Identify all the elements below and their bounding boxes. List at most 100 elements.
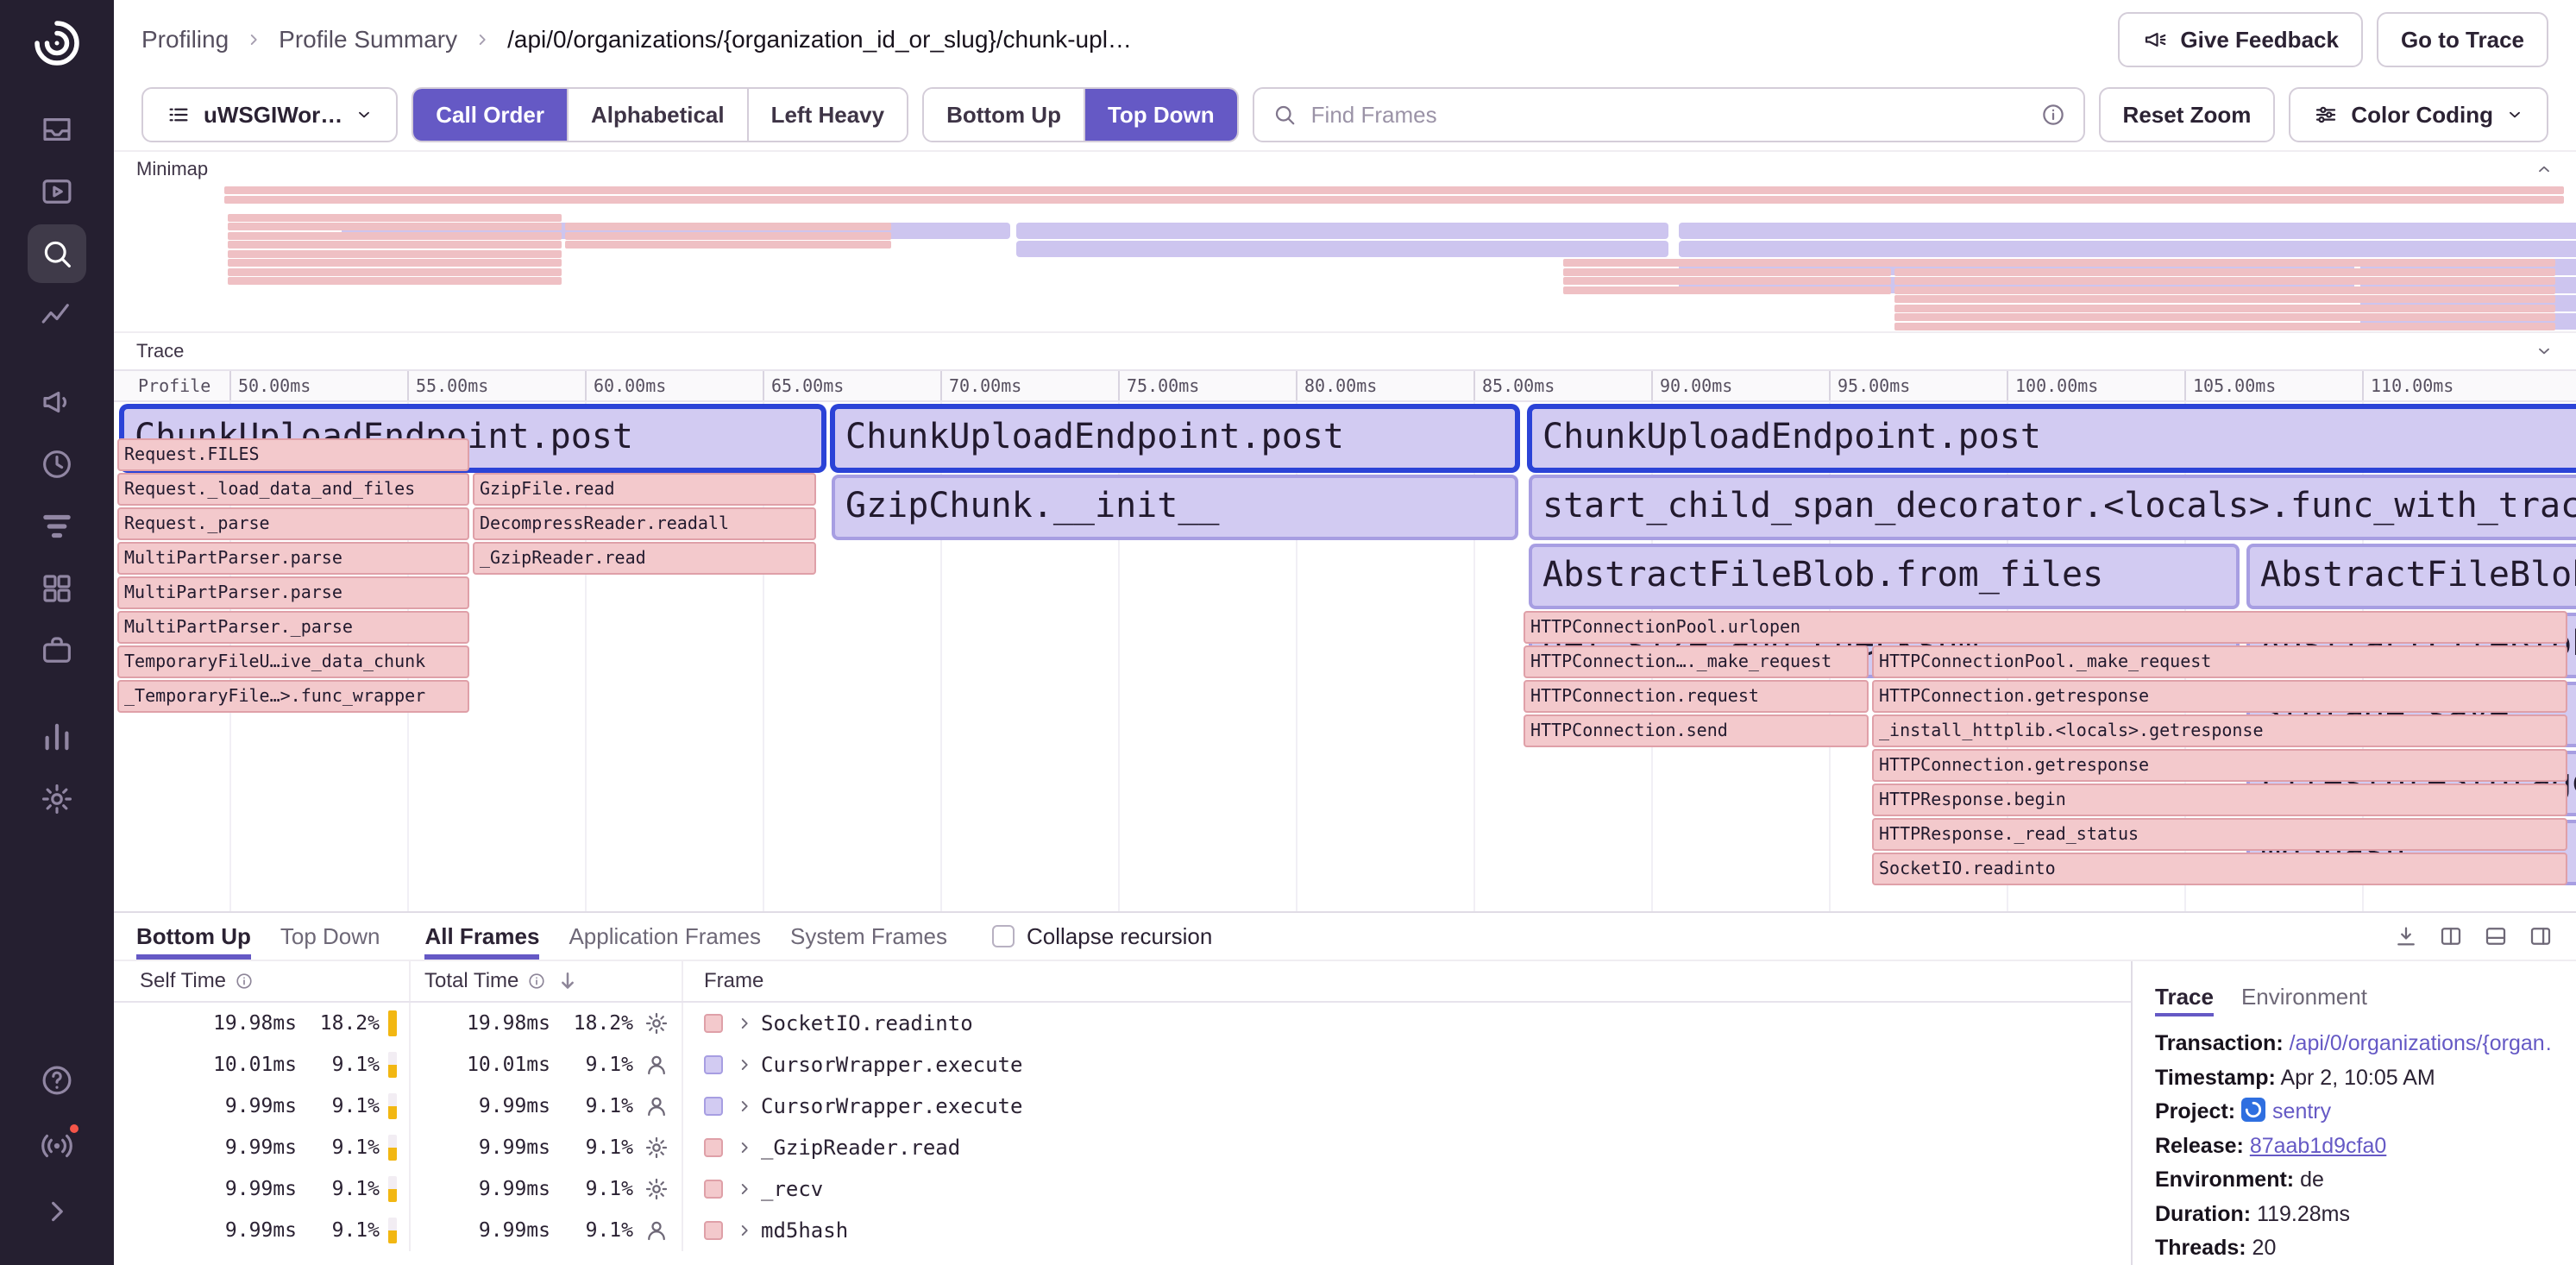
expand-chevron-icon[interactable] (735, 1138, 754, 1157)
view-tabs: Bottom Up Top Down (136, 913, 380, 960)
flame-frame[interactable]: HTTPConnectionPool._make_request (1872, 645, 2567, 678)
flame-frame[interactable]: AbstractFileBlob.from_files (2246, 544, 2576, 609)
sidebar-item-issues[interactable] (28, 100, 86, 159)
info-icon[interactable] (2040, 102, 2066, 128)
sort-alphabetical-button[interactable]: Alphabetical (567, 89, 747, 141)
sort-call-order-button[interactable]: Call Order (413, 89, 567, 141)
sidebar-item-settings[interactable] (28, 770, 86, 828)
sidebar-item-releases[interactable] (28, 621, 86, 680)
find-frames-input[interactable] (1311, 102, 2026, 129)
frame-tab-all-frames[interactable]: All Frames (424, 913, 539, 960)
flame-frame[interactable]: _TemporaryFile…>.func_wrapper (117, 680, 469, 713)
breadcrumb-profiling[interactable]: Profiling (141, 26, 229, 53)
flame-frame[interactable]: ChunkUploadEndpoint.post (832, 406, 1518, 471)
frame-column-header[interactable]: Frame (683, 961, 2131, 1001)
flame-frame[interactable]: HTTPResponse.begin (1872, 784, 2567, 816)
flame-frame[interactable]: MultiPartParser.parse (117, 576, 469, 609)
table-row[interactable]: 10.01ms9.1% 10.01ms9.1% CursorWrapper.ex… (114, 1044, 2131, 1086)
flame-frame[interactable]: GzipChunk.__init__ (832, 475, 1518, 540)
expand-chevron-icon[interactable] (735, 1097, 754, 1116)
frame-tab-application-frames[interactable]: Application Frames (569, 913, 761, 960)
detail-value[interactable]: sentry (2272, 1099, 2331, 1123)
table-row[interactable]: 9.99ms9.1% 9.99ms9.1% _recv (114, 1168, 2131, 1210)
collapse-recursion-checkbox[interactable] (992, 925, 1015, 947)
sidebar-item-traces[interactable] (28, 286, 86, 345)
table-row[interactable]: 9.99ms9.1% 9.99ms9.1% _GzipReader.read (114, 1127, 2131, 1168)
sidebar-item-search[interactable] (28, 224, 86, 283)
chevron-up-icon[interactable] (2535, 160, 2554, 179)
flame-frame[interactable]: _install_httplib.<locals>.getresponse (1872, 714, 2567, 747)
time-tick: 50.00ms (229, 371, 311, 400)
flame-frame[interactable]: MultiPartParser._parse (117, 611, 469, 644)
sidebar-item-help[interactable] (28, 1051, 86, 1110)
panel-bottom-icon[interactable] (2483, 923, 2509, 949)
bottom-body: Self Time Total Time Frame 19.98ms18 (114, 961, 2576, 1265)
breadcrumb-profile-summary[interactable]: Profile Summary (279, 26, 457, 53)
sort-left-heavy-button[interactable]: Left Heavy (747, 89, 908, 141)
sidebar-item-dashboards[interactable] (28, 559, 86, 618)
sidebar-item-broadcast[interactable] (28, 1117, 86, 1175)
flame-frame[interactable]: AbstractFileBlob.from_files (1529, 544, 2240, 609)
flame-chart[interactable]: ChunkUploadEndpoint.postChunkUploadEndpo… (114, 402, 2576, 911)
panel-right-icon[interactable] (2528, 923, 2554, 949)
flame-frame[interactable]: HTTPConnectionPool.urlopen (1524, 611, 2567, 644)
panel-split-icon[interactable] (2438, 923, 2464, 949)
minimap-frame (1894, 305, 2555, 312)
sidebar-item-replays[interactable] (28, 162, 86, 221)
flame-frame[interactable]: TemporaryFileU…ive_data_chunk (117, 645, 469, 678)
reset-zoom-button[interactable]: Reset Zoom (2099, 87, 2276, 142)
chevron-down-icon[interactable] (2535, 342, 2554, 361)
flame-frame[interactable]: MultiPartParser.parse (117, 542, 469, 575)
flame-frame[interactable]: ChunkUploadEndpoint.post (1529, 406, 2576, 471)
flame-frame[interactable]: HTTPConnection.send (1524, 714, 1869, 747)
sort-descending-icon[interactable] (555, 968, 581, 994)
table-row[interactable]: 19.98ms18.2% 19.98ms18.2% SocketIO.readi… (114, 1003, 2131, 1044)
flame-frame[interactable]: start_child_span_decorator.<locals>.func… (1529, 475, 2576, 540)
minimap-frame (228, 232, 562, 240)
flame-frame[interactable]: SocketIO.readinto (1872, 853, 2567, 885)
details-tab-environment[interactable]: Environment (2241, 975, 2367, 1016)
details-tab-trace[interactable]: Trace (2155, 975, 2214, 1016)
self-time-column-header[interactable]: Self Time (114, 961, 411, 1001)
detail-value[interactable]: 87aab1d9cfa0 (2250, 1134, 2386, 1158)
detail-value[interactable]: /api/0/organizations/{organ… (2290, 1031, 2554, 1055)
direction-top-down-button[interactable]: Top Down (1084, 89, 1237, 141)
sidebar-item-feedback[interactable] (28, 373, 86, 431)
collapse-recursion-toggle[interactable]: Collapse recursion (992, 923, 1212, 950)
sidebar-item-stats[interactable] (28, 708, 86, 766)
expand-chevron-icon[interactable] (735, 1014, 754, 1033)
expand-chevron-icon[interactable] (735, 1221, 754, 1240)
total-time-column-header[interactable]: Total Time (411, 961, 683, 1001)
flame-frame[interactable]: GzipFile.read (473, 473, 816, 506)
table-row[interactable]: 9.99ms9.1% 9.99ms9.1% CursorWrapper.exec… (114, 1086, 2131, 1127)
flame-frame[interactable]: Request._parse (117, 507, 469, 540)
find-frames-search[interactable] (1253, 87, 2085, 142)
expand-chevron-icon[interactable] (735, 1180, 754, 1199)
sentry-logo[interactable] (31, 17, 83, 69)
flame-frame[interactable]: Request._load_data_and_files (117, 473, 469, 506)
sidebar-item-collapse-sidebar[interactable] (28, 1182, 86, 1241)
flame-frame[interactable]: Request.FILES (117, 438, 469, 471)
minimap-frame (1894, 313, 2555, 321)
sidebar-item-crons[interactable] (28, 435, 86, 494)
color-coding-button[interactable]: Color Coding (2289, 87, 2548, 142)
give-feedback-button[interactable]: Give Feedback (2118, 12, 2363, 67)
minimap[interactable] (114, 186, 2576, 331)
flame-frame[interactable]: HTTPConnection.getresponse (1872, 680, 2567, 713)
frame-tab-system-frames[interactable]: System Frames (790, 913, 947, 960)
flame-frame[interactable]: DecompressReader.readall (473, 507, 816, 540)
direction-bottom-up-button[interactable]: Bottom Up (924, 89, 1084, 141)
sidebar-item-profiling[interactable] (28, 497, 86, 556)
view-tab-bottom-up[interactable]: Bottom Up (136, 913, 251, 960)
flame-frame[interactable]: HTTPConnection.request (1524, 680, 1869, 713)
expand-chevron-icon[interactable] (735, 1055, 754, 1074)
flame-frame[interactable]: HTTPConnection…._make_request (1524, 645, 1869, 678)
table-row[interactable]: 9.99ms9.1% 9.99ms9.1% md5hash (114, 1210, 2131, 1251)
thread-selector-dropdown[interactable]: uWSGIWor… (141, 87, 398, 142)
view-tab-top-down[interactable]: Top Down (280, 913, 380, 960)
download-icon[interactable] (2393, 923, 2419, 949)
flame-frame[interactable]: HTTPConnection.getresponse (1872, 749, 2567, 782)
flame-frame[interactable]: HTTPResponse._read_status (1872, 818, 2567, 851)
go-to-trace-button[interactable]: Go to Trace (2377, 12, 2548, 67)
flame-frame[interactable]: _GzipReader.read (473, 542, 816, 575)
